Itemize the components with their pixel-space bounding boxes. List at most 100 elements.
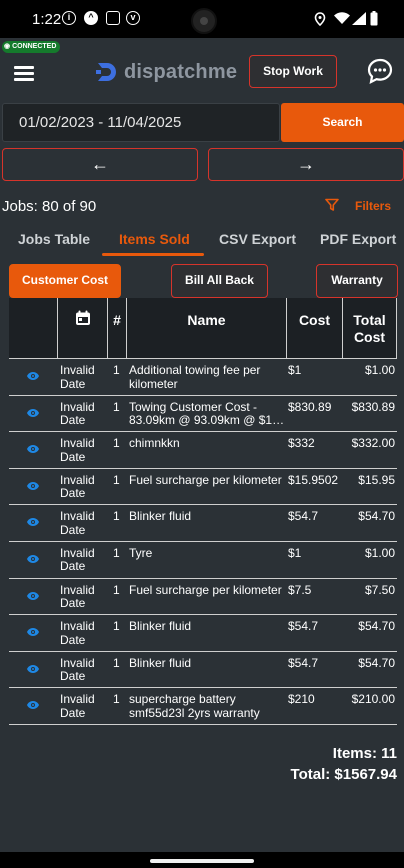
home-indicator[interactable] — [150, 859, 254, 863]
table-row: Invalid Date 1 chimnkkn $332 $332.00 — [9, 432, 397, 469]
table-row: Invalid Date 1 supercharge battery smf55d23l… — [9, 688, 397, 725]
menu-icon[interactable] — [14, 66, 34, 81]
battery-icon — [370, 11, 378, 26]
row-qty: 1 — [113, 582, 120, 597]
previous-button[interactable]: ← — [2, 148, 198, 181]
app-header: ◉ CONNECTED dispatchme Stop Work — [0, 38, 404, 104]
row-qty: 1 — [113, 545, 120, 560]
row-name: Towing Customer Cost -83.09km @ 93.09km … — [129, 400, 285, 428]
tab-items-sold[interactable]: Items Sold — [119, 231, 190, 247]
grand-total: Total: $1567.94 — [290, 766, 397, 783]
view-eye-icon[interactable] — [26, 371, 40, 381]
row-total: $54.70 — [358, 619, 395, 634]
row-total: $54.70 — [358, 509, 395, 524]
header-name[interactable]: Name — [127, 298, 287, 359]
row-date: Invalid Date — [60, 363, 95, 391]
header-date[interactable] — [58, 298, 108, 359]
view-eye-icon[interactable] — [26, 481, 40, 491]
wifi-small-icon: ◉ — [4, 43, 11, 50]
row-qty: 1 — [113, 436, 120, 451]
row-name: Blinker fluid — [129, 620, 192, 634]
tab-csv-export[interactable]: CSV Export — [219, 231, 296, 247]
row-date: Invalid Date — [60, 472, 95, 501]
active-tab-indicator — [102, 253, 204, 256]
table-row: Invalid Date 1 Fuel surcharge per kilometer… — [9, 469, 397, 506]
table-row: Invalid Date 1 Fuel surcharge per kilometer… — [9, 579, 397, 616]
row-name: Fuel surcharge per kilometer — [129, 583, 282, 597]
jobs-count: Jobs: 80 of 90 — [2, 198, 97, 215]
row-total: $54.70 — [358, 655, 395, 670]
table-row: Invalid Date 1 Towing Customer Cost -83.09k… — [9, 396, 397, 433]
row-total: $830.89 — [351, 399, 395, 414]
stop-work-button[interactable]: Stop Work — [249, 55, 337, 88]
view-eye-icon[interactable] — [26, 444, 40, 454]
row-name: chimnkkn — [129, 437, 180, 451]
view-eye-icon[interactable] — [26, 408, 40, 418]
info-icon: i — [62, 11, 76, 25]
view-eye-icon[interactable] — [26, 627, 40, 637]
row-qty: 1 — [113, 472, 120, 487]
row-name: Blinker fluid — [129, 656, 192, 670]
view-eye-icon[interactable] — [26, 517, 40, 527]
row-total: $1.00 — [364, 363, 395, 377]
table-body: Invalid Date 1 Additional towing fee per kil… — [9, 359, 397, 725]
view-eye-icon[interactable] — [26, 591, 40, 601]
customer-cost-button[interactable]: Customer Cost — [9, 264, 121, 298]
row-total: $7.50 — [364, 582, 395, 597]
row-date: Invalid Date — [60, 399, 95, 428]
row-total: $210.00 — [351, 692, 395, 707]
filters-button[interactable]: Filters — [355, 199, 391, 213]
bill-all-back-button[interactable]: Bill All Back — [171, 264, 268, 298]
chat-icon[interactable] — [367, 58, 393, 84]
row-name: Blinker fluid — [129, 510, 192, 524]
row-date: Invalid Date — [60, 545, 95, 574]
table-row: Invalid Date 1 Tyre $1 $1.00 — [9, 542, 397, 579]
signal-icon — [352, 12, 366, 25]
row-qty: 1 — [113, 363, 120, 377]
row-date: Invalid Date — [60, 655, 95, 684]
search-button[interactable]: Search — [281, 103, 404, 142]
date-range-input[interactable]: 01/02/2023 - 11/04/2025 — [2, 103, 280, 142]
table-row: Invalid Date 1 Additional towing fee per kil… — [9, 359, 397, 396]
status-bar: 1:22 i ^ v — [0, 0, 404, 38]
table-row: Invalid Date 1 Blinker fluid $54.7 $54.70 — [9, 615, 397, 652]
arrow-right-icon: → — [297, 154, 315, 174]
tab-jobs-table[interactable]: Jobs Table — [18, 231, 90, 247]
connection-badge: ◉ CONNECTED — [2, 41, 61, 53]
view-eye-icon[interactable] — [26, 700, 40, 710]
table-header: # Name Cost Total Cost — [9, 298, 397, 359]
header-cost[interactable]: Cost — [287, 298, 343, 359]
row-total: $1.00 — [364, 545, 395, 560]
row-total: $15.95 — [358, 472, 395, 487]
calendar-icon — [76, 310, 90, 325]
app-notification-icon: ^ — [84, 11, 98, 25]
dispatchme-logo-icon — [96, 63, 116, 81]
wifi-icon — [334, 12, 350, 24]
table-row: Invalid Date 1 Blinker fluid $54.7 $54.70 — [9, 652, 397, 689]
row-date: Invalid Date — [60, 436, 95, 464]
front-camera — [191, 8, 217, 34]
row-date: Invalid Date — [60, 692, 95, 720]
tab-pdf-export[interactable]: PDF Export — [320, 231, 396, 247]
row-date: Invalid Date — [60, 582, 95, 611]
shield-icon — [106, 11, 120, 25]
row-date: Invalid Date — [60, 509, 95, 537]
row-date: Invalid Date — [60, 619, 95, 647]
next-button[interactable]: → — [208, 148, 404, 181]
connection-label: CONNECTED — [12, 43, 57, 50]
row-name: Fuel surcharge per kilometer — [129, 473, 282, 487]
header-total-cost[interactable]: Total Cost — [343, 298, 397, 359]
header-qty[interactable]: # — [108, 298, 127, 359]
filter-icon[interactable] — [325, 198, 339, 212]
row-name: Additional towing fee per kilometer — [129, 364, 261, 391]
tab-bar: Jobs Table Items Sold CSV Export PDF Exp… — [0, 228, 404, 258]
warranty-button[interactable]: Warranty — [316, 264, 398, 298]
location-icon — [314, 12, 326, 26]
row-qty: 1 — [113, 692, 120, 707]
status-time: 1:22 — [32, 11, 62, 28]
brand-name: dispatchme — [124, 60, 238, 83]
view-eye-icon[interactable] — [26, 664, 40, 674]
row-qty: 1 — [113, 509, 120, 524]
view-eye-icon[interactable] — [26, 554, 40, 564]
table-row: Invalid Date 1 Blinker fluid $54.7 $54.70 — [9, 505, 397, 542]
